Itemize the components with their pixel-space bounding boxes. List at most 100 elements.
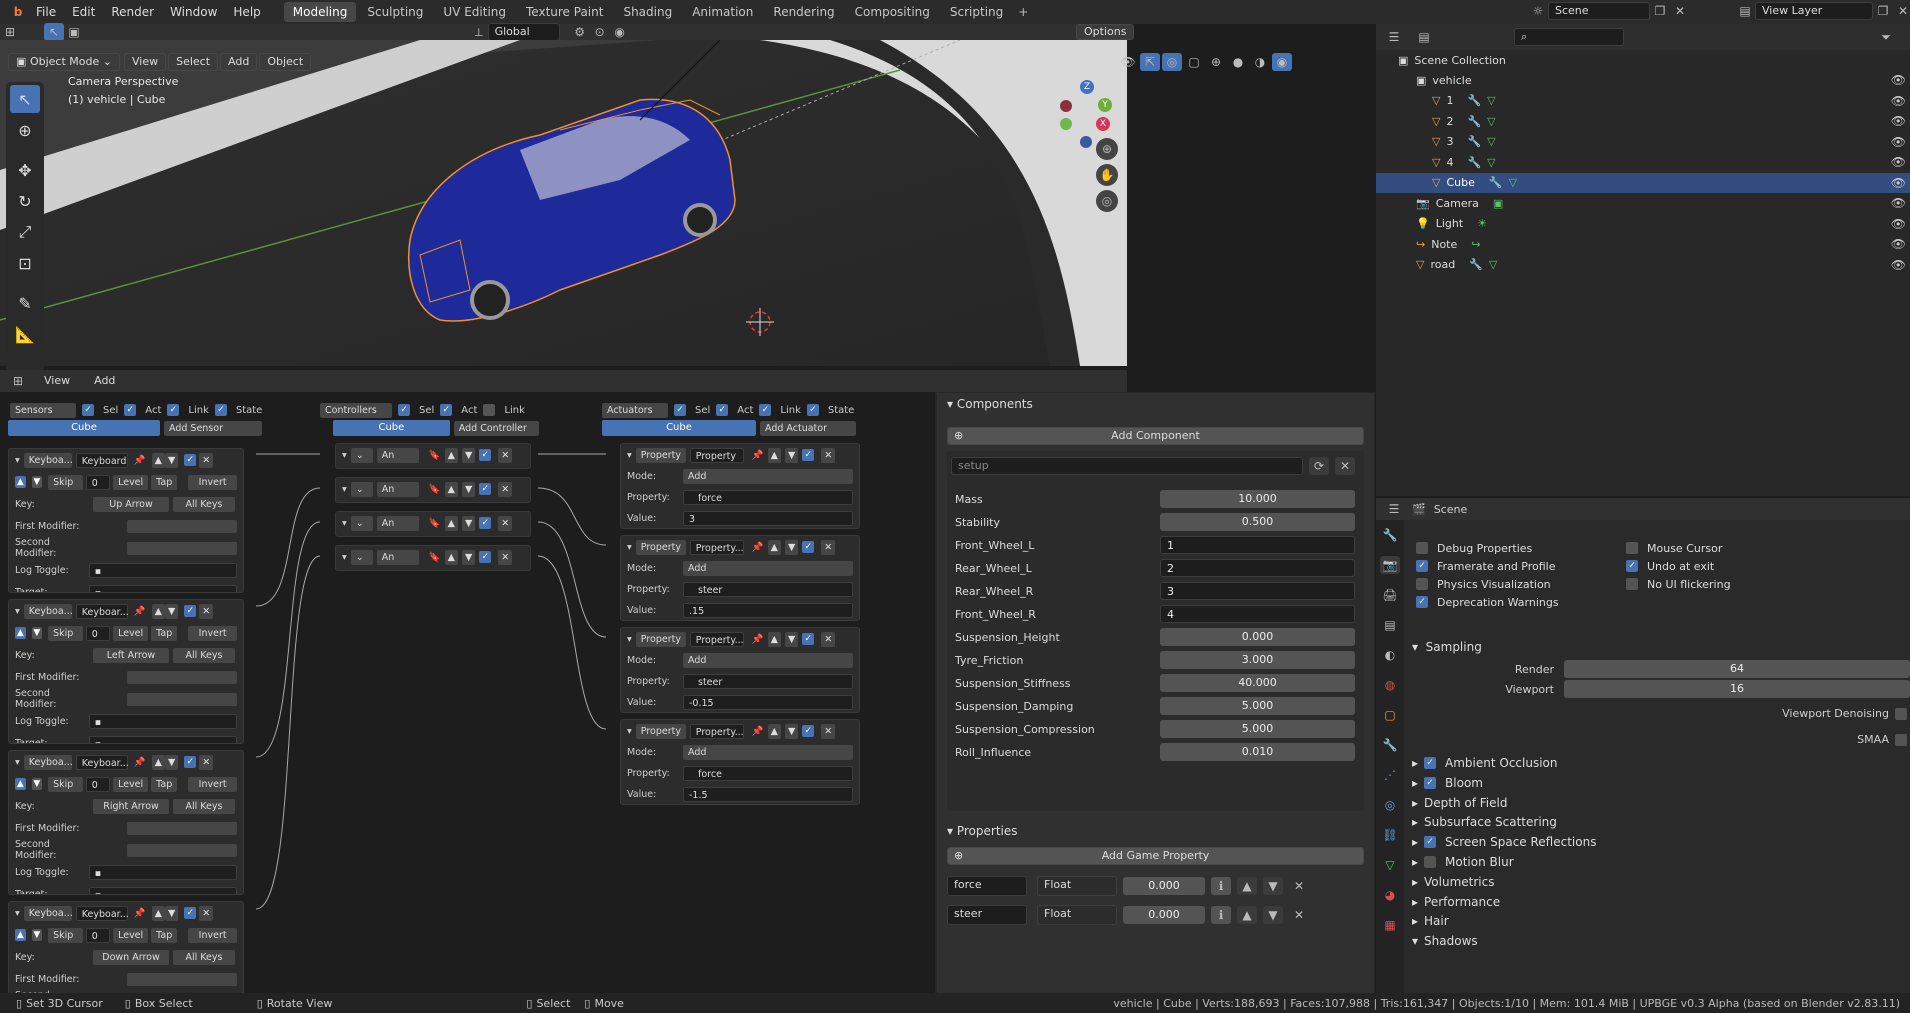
pulse-true-icon[interactable]: ▲ bbox=[15, 929, 26, 941]
active-checkbox[interactable]: ✓ bbox=[184, 907, 197, 919]
render-tab-icon[interactable]: 📷 bbox=[1380, 556, 1400, 574]
mode-dropdown[interactable]: ▣ Object Mode ⌄ bbox=[8, 53, 120, 71]
value-field[interactable]: -0.15 bbox=[683, 695, 853, 710]
render-section-volumetrics[interactable]: ▸ Volumetrics bbox=[1412, 871, 1494, 893]
duplicate-icon[interactable]: ❐ bbox=[1650, 2, 1670, 20]
sensor-name-field[interactable]: Keyboard bbox=[75, 452, 128, 468]
value-field[interactable]: -1.5 bbox=[683, 787, 853, 802]
render-section-performance[interactable]: ▸ Performance bbox=[1412, 891, 1500, 913]
add-workspace-icon[interactable]: + bbox=[1013, 3, 1033, 21]
tab-sculpting[interactable]: Sculpting bbox=[358, 2, 432, 22]
sensor-name-field[interactable]: Keyboar... bbox=[75, 754, 129, 770]
move-down-icon[interactable]: ▼ bbox=[1263, 906, 1283, 924]
component-property-value[interactable]: 0.500 bbox=[1160, 513, 1355, 531]
texture-tab-icon[interactable]: ▦ bbox=[1380, 916, 1400, 934]
smaa-checkbox[interactable] bbox=[1895, 733, 1907, 746]
outliner-row-2[interactable]: ▽ 2 🔧 ▽ 👁 bbox=[1376, 111, 1910, 131]
tap-button[interactable]: Tap bbox=[151, 625, 178, 641]
section-checkbox[interactable]: ✓ bbox=[1424, 776, 1437, 789]
move-down-icon[interactable]: ▼ bbox=[784, 539, 799, 555]
component-property-value[interactable]: 1 bbox=[1160, 536, 1355, 554]
move-up-icon[interactable]: ▲ bbox=[444, 515, 458, 531]
move-down-icon[interactable]: ▼ bbox=[461, 481, 476, 497]
component-property-value[interactable]: 10.000 bbox=[1160, 490, 1355, 508]
camera-view-icon[interactable]: ◎ bbox=[1096, 190, 1118, 212]
sensor-type-dropdown[interactable]: Keyboa... bbox=[23, 452, 73, 468]
mode-field[interactable]: Add bbox=[683, 561, 853, 576]
zoom-icon[interactable]: ⊕ bbox=[1096, 138, 1118, 160]
remove-icon[interactable]: ✕ bbox=[498, 447, 513, 463]
tap-button[interactable]: Tap bbox=[151, 927, 178, 943]
controller-type-dropdown[interactable]: An bbox=[376, 515, 419, 531]
move-up-icon[interactable]: ▲ bbox=[767, 447, 781, 463]
remove-icon[interactable]: ✕ bbox=[821, 539, 836, 555]
invert-button[interactable]: Invert bbox=[188, 927, 237, 943]
close-icon[interactable]: ✕ bbox=[1335, 457, 1355, 475]
modifier-icon[interactable]: 🔧 bbox=[1467, 94, 1481, 107]
active-checkbox[interactable]: ✓ bbox=[802, 725, 815, 737]
section-checkbox[interactable] bbox=[1424, 856, 1437, 868]
close-icon[interactable]: ✕ bbox=[1670, 2, 1690, 20]
modifier-field[interactable] bbox=[126, 692, 237, 706]
collapse-icon[interactable]: ▾ bbox=[627, 450, 632, 461]
actuator-type-dropdown[interactable]: Property bbox=[635, 447, 686, 463]
mode-field[interactable]: Add bbox=[683, 653, 853, 668]
render-samples-field[interactable]: 64 bbox=[1564, 660, 1910, 678]
remove-icon[interactable]: ✕ bbox=[498, 515, 513, 531]
x-axis-icon[interactable]: X bbox=[1096, 117, 1110, 131]
remove-icon[interactable]: ✕ bbox=[199, 754, 214, 770]
move-down-icon[interactable]: ▼ bbox=[461, 515, 476, 531]
outliner-search-input[interactable]: ⌕ bbox=[1514, 28, 1624, 46]
outliner-row-vehicle[interactable]: ▣ vehicle 👁 bbox=[1376, 70, 1910, 90]
state-dropdown[interactable]: ⌄ bbox=[350, 549, 373, 565]
remove-icon[interactable]: ✕ bbox=[1289, 906, 1309, 924]
skip-value[interactable]: 0 bbox=[85, 927, 111, 943]
mesh-data-icon[interactable]: ▽ bbox=[1487, 135, 1495, 148]
move-up-icon[interactable]: ▲ bbox=[444, 481, 458, 497]
snap-icon[interactable]: ⊙ bbox=[590, 23, 610, 41]
value-field[interactable]: .15 bbox=[683, 603, 853, 618]
active-checkbox[interactable]: ✓ bbox=[479, 517, 492, 529]
pin-icon[interactable]: 📌 bbox=[752, 634, 764, 645]
game-property-value[interactable]: 0.000 bbox=[1123, 906, 1205, 924]
move-down-icon[interactable]: ▼ bbox=[784, 631, 799, 647]
collapse-icon[interactable]: ▾ bbox=[15, 908, 20, 919]
object-field[interactable]: ▪ bbox=[88, 735, 237, 743]
pin-icon[interactable]: 📌 bbox=[752, 726, 764, 737]
select-mode-icon[interactable]: ▣ bbox=[64, 23, 84, 41]
visibility-icon[interactable]: 👁 bbox=[1891, 94, 1906, 108]
collapse-icon[interactable]: ▾ bbox=[627, 726, 632, 737]
active-checkbox[interactable]: ✓ bbox=[184, 756, 197, 768]
remove-icon[interactable]: ✕ bbox=[821, 723, 836, 739]
outliner-row-road[interactable]: ▽ road 🔧 ▽ 👁 bbox=[1376, 255, 1910, 275]
pin-icon[interactable]: 📌 bbox=[134, 908, 146, 919]
pulse-true-icon[interactable]: ▲ bbox=[15, 627, 26, 639]
curve-data-icon[interactable]: ↪ bbox=[1471, 238, 1480, 251]
move-up-icon[interactable]: ▲ bbox=[767, 723, 781, 739]
viewport-menu-add[interactable]: Add bbox=[220, 53, 258, 71]
controller-type-dropdown[interactable]: An bbox=[376, 447, 419, 463]
proportional-icon[interactable]: ◉ bbox=[610, 23, 630, 41]
data-tab-icon[interactable]: ▽ bbox=[1380, 856, 1400, 874]
overlay-icon[interactable]: ◎ bbox=[1162, 53, 1182, 71]
actuator-type-dropdown[interactable]: Property bbox=[635, 723, 686, 739]
move-down-icon[interactable]: ▼ bbox=[1263, 877, 1283, 895]
info-icon[interactable]: ℹ bbox=[1211, 877, 1231, 895]
remove-icon[interactable]: ✕ bbox=[498, 549, 513, 565]
editor-type-icon[interactable]: ☰ bbox=[1384, 500, 1404, 518]
remove-icon[interactable]: ✕ bbox=[821, 447, 836, 463]
modifier-field[interactable] bbox=[126, 843, 237, 857]
state-dropdown[interactable]: ⌄ bbox=[350, 515, 373, 531]
bookmark-icon[interactable]: 🔖 bbox=[429, 484, 441, 495]
editor-type-icon[interactable]: ☰ bbox=[1384, 28, 1404, 46]
prop-field[interactable]: steer bbox=[683, 582, 853, 597]
tab-uv-editing[interactable]: UV Editing bbox=[434, 2, 515, 22]
all-keys-button[interactable]: All Keys bbox=[173, 496, 235, 512]
modifier-tab-icon[interactable]: 🔧 bbox=[1380, 736, 1400, 754]
menu-window[interactable]: Window bbox=[162, 0, 225, 24]
pulse-false-icon[interactable]: ▼ bbox=[31, 929, 43, 941]
visibility-icon[interactable]: 👁 bbox=[1891, 176, 1906, 190]
measure-icon[interactable]: 📐 bbox=[10, 320, 40, 348]
properties-header[interactable]: ▾ Properties bbox=[947, 820, 1018, 842]
object-field[interactable]: ▪ bbox=[88, 864, 237, 880]
